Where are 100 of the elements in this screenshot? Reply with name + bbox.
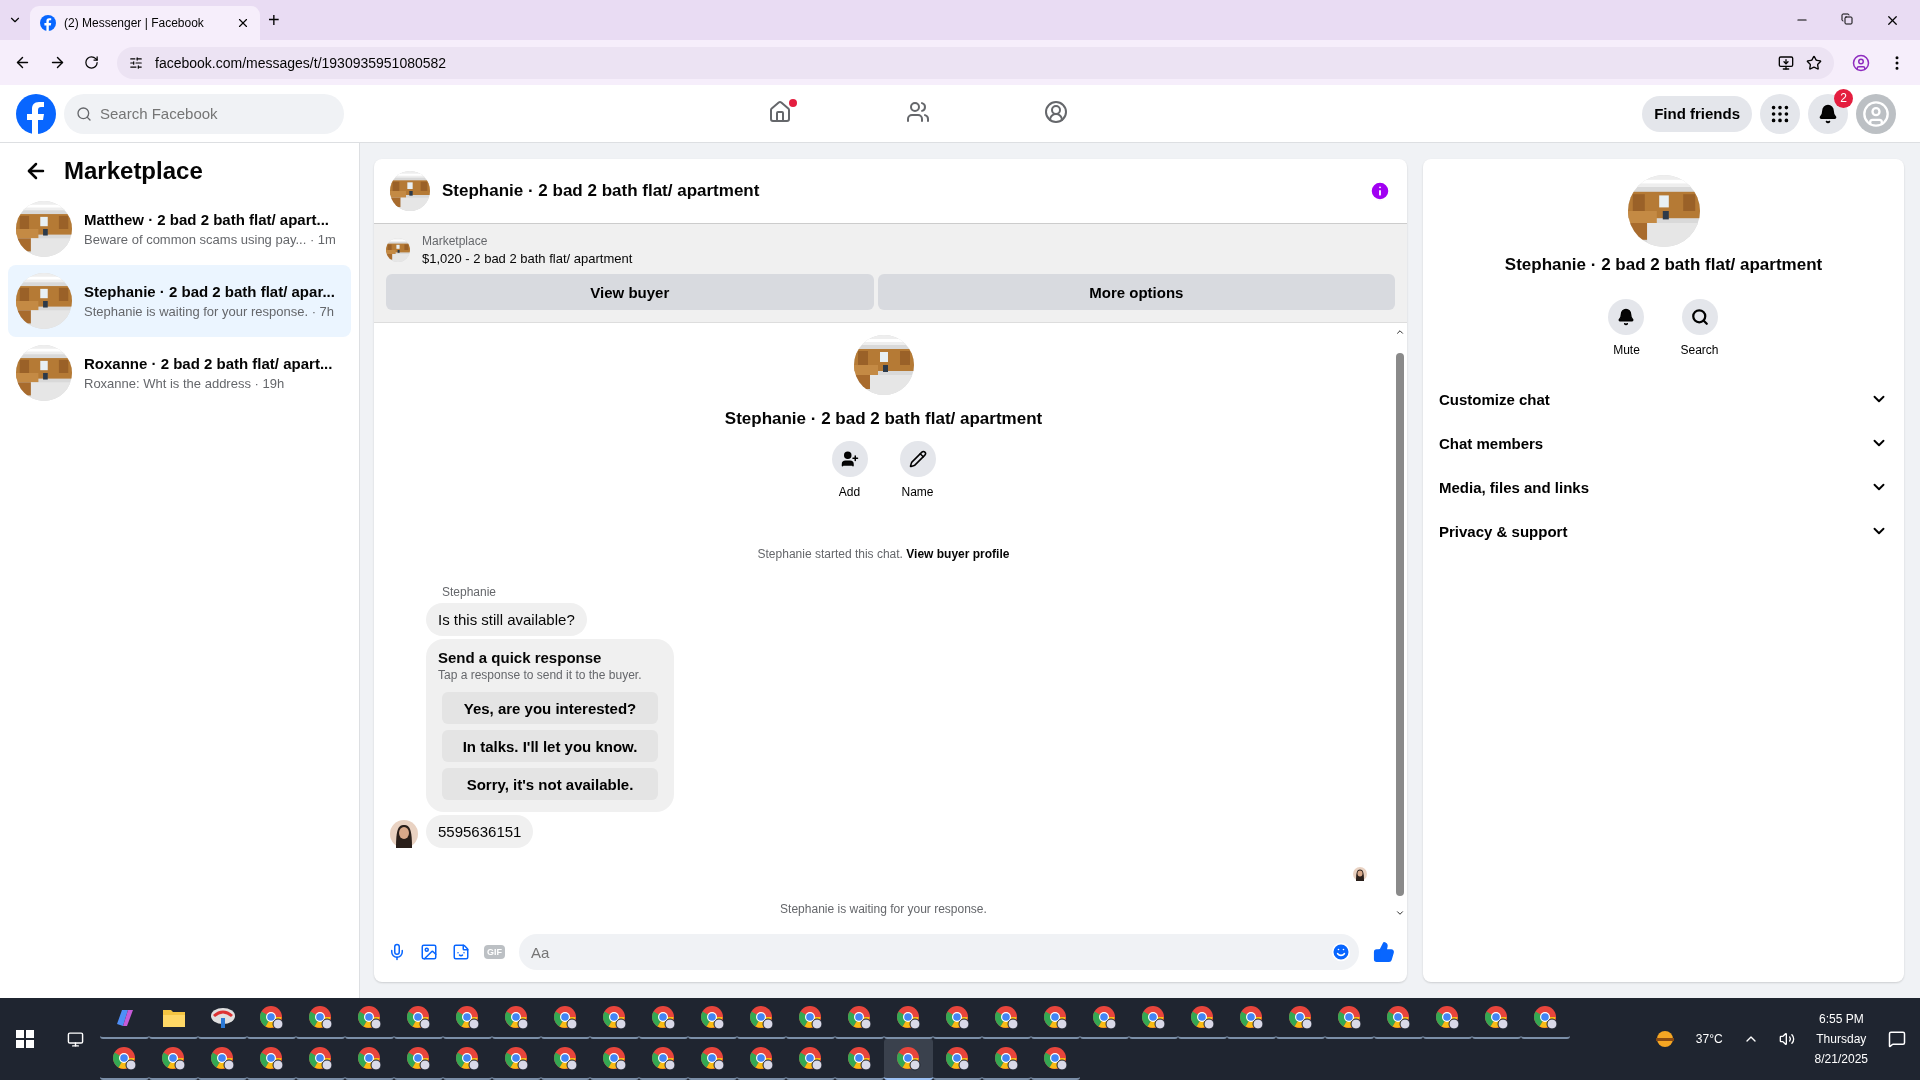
quick-response-button[interactable]: Yes, are you interested? <box>442 692 658 724</box>
conversation-name: Stephanie · 2 bad 2 bath flat/ apar... <box>84 283 335 300</box>
friends-icon <box>906 100 931 124</box>
browser-icon <box>1042 1004 1069 1031</box>
browser-icon <box>748 1045 775 1072</box>
notifications-button[interactable] <box>1808 93 1848 134</box>
listing-title: $1,020 - 2 bad 2 bath flat/ apartment <box>422 251 633 266</box>
photo-icon[interactable] <box>420 943 438 961</box>
quick-response-button[interactable]: In talks. I'll let you know. <box>442 730 658 762</box>
browser-icon <box>699 1045 726 1072</box>
groups-icon <box>1044 100 1069 124</box>
address-bar[interactable]: facebook.com/messages/t/1930935951080582 <box>117 46 1834 79</box>
taskbar-button[interactable] <box>884 1039 933 1080</box>
browser-icon <box>846 1045 873 1072</box>
browser-icon <box>601 1045 628 1072</box>
waiting-status: Stephanie is waiting for your response. <box>779 902 988 916</box>
bookmark-icon[interactable] <box>1806 54 1822 71</box>
facebook-logo[interactable] <box>16 93 56 134</box>
browser-icon <box>797 1004 824 1031</box>
clock-time: 6:55 PM <box>1818 1012 1864 1026</box>
details-section[interactable]: Customize chat <box>1439 377 1888 421</box>
task-view-icon[interactable] <box>66 1030 84 1048</box>
browser-icon <box>944 1004 971 1031</box>
info-icon[interactable] <box>1369 180 1391 202</box>
browser-icon <box>454 1004 481 1031</box>
restore-icon[interactable] <box>1841 12 1853 25</box>
browser-icon <box>1189 1004 1216 1031</box>
browser-icon <box>552 1045 579 1072</box>
weather-icon <box>1653 1030 1676 1048</box>
browser-icon <box>1238 1004 1265 1031</box>
listing-button[interactable]: View buyer <box>386 274 874 310</box>
reload-icon[interactable] <box>84 55 99 70</box>
scroll-down-icon[interactable] <box>1395 908 1405 918</box>
conversation-preview: Beware of common scams using pay... · 1m <box>84 232 336 247</box>
message-field[interactable]: Aa <box>519 934 1359 970</box>
browser-icon <box>1434 1004 1461 1031</box>
listing-button[interactable]: More options <box>877 274 1395 310</box>
browser-icon <box>258 1004 285 1031</box>
windows-icon[interactable] <box>16 1030 35 1048</box>
browser-icon <box>797 1045 824 1072</box>
browser-icon <box>503 1045 530 1072</box>
search-field[interactable]: Search Facebook <box>64 93 344 134</box>
browser-icon <box>1287 1004 1314 1031</box>
browser-icon <box>356 1004 383 1031</box>
quick-response-title: Send a quick response <box>438 649 603 666</box>
clock-day: Thursday <box>1816 1032 1867 1046</box>
browser-icon <box>1042 1045 1069 1072</box>
details-section[interactable]: Privacy & support <box>1439 509 1888 553</box>
new-tab-button[interactable]: + <box>268 8 280 32</box>
browser-icon <box>1532 1004 1559 1031</box>
browser-icon <box>1385 1004 1412 1031</box>
sticker-icon[interactable] <box>452 943 470 961</box>
browser-icon <box>1483 1004 1510 1031</box>
conversation-item[interactable]: Matthew · 2 bad 2 bath flat/ apart... Beware of common scams using pay... · 1m <box>8 193 351 265</box>
browser-icon <box>993 1045 1020 1072</box>
close-icon[interactable] <box>236 16 250 30</box>
listing-label: Marketplace <box>422 234 489 248</box>
home-icon <box>768 100 793 124</box>
conversation-item[interactable]: Roxanne · 2 bad 2 bath flat/ apart... Roxanne: Wht is the address · 19h <box>8 337 351 409</box>
scrollbar-thumb[interactable] <box>1396 353 1404 896</box>
conversation-name: Roxanne · 2 bad 2 bath flat/ apart... <box>84 355 333 372</box>
menu-button[interactable] <box>1760 93 1800 134</box>
forward-icon[interactable] <box>49 54 66 71</box>
message-bubble: Is this still available? <box>426 603 587 636</box>
view-buyer-profile-link[interactable]: View buyer profile <box>906 547 1010 561</box>
browser-icon <box>1091 1004 1118 1031</box>
browser-icon <box>993 1004 1020 1031</box>
browser-icon <box>601 1004 628 1031</box>
browser-icon <box>1140 1004 1167 1031</box>
facebook-icon <box>40 15 56 31</box>
notification-center-icon[interactable] <box>1888 1030 1906 1048</box>
browser-tab[interactable]: (2) Messenger | Facebook <box>30 6 260 40</box>
bell-icon <box>1617 308 1636 326</box>
sidebar-title: Marketplace <box>64 157 203 185</box>
details-title: Stephanie · 2 bad 2 bath flat/ apartment <box>1504 255 1823 275</box>
microphone-icon[interactable] <box>388 943 406 961</box>
chat-title: Stephanie · 2 bad 2 bath flat/ apartment <box>442 181 761 201</box>
install-icon[interactable] <box>1778 54 1794 71</box>
browser-icon <box>258 1045 285 1072</box>
avatar-icon <box>1862 98 1890 129</box>
message-bubble: 5595636151 <box>426 815 534 848</box>
browser-icon <box>111 1045 138 1072</box>
browser-icon <box>650 1004 677 1031</box>
sender-name: Stephanie <box>442 585 498 599</box>
profile-icon[interactable] <box>1852 53 1870 72</box>
browser-icon <box>307 1004 334 1031</box>
volume-icon[interactable] <box>1778 1031 1795 1047</box>
browser-icon <box>846 1004 873 1031</box>
browser-icon <box>160 1045 187 1072</box>
site-settings-icon[interactable] <box>129 55 143 70</box>
back-icon[interactable] <box>14 54 31 71</box>
scroll-up-icon[interactable] <box>1395 327 1405 337</box>
thumbs-up-icon[interactable] <box>1373 941 1395 963</box>
app-icon <box>209 1005 236 1030</box>
conversation-item[interactable]: Stephanie · 2 bad 2 bath flat/ apar... Stephanie is waiting for your response. · 7h <box>8 265 351 337</box>
browser-icon <box>307 1045 334 1072</box>
details-section[interactable]: Media, files and links <box>1439 465 1888 509</box>
find-friends-button[interactable]: Find friends <box>1642 95 1752 132</box>
details-section[interactable]: Chat members <box>1439 421 1888 465</box>
quick-response-button[interactable]: Sorry, it's not available. <box>442 768 658 800</box>
